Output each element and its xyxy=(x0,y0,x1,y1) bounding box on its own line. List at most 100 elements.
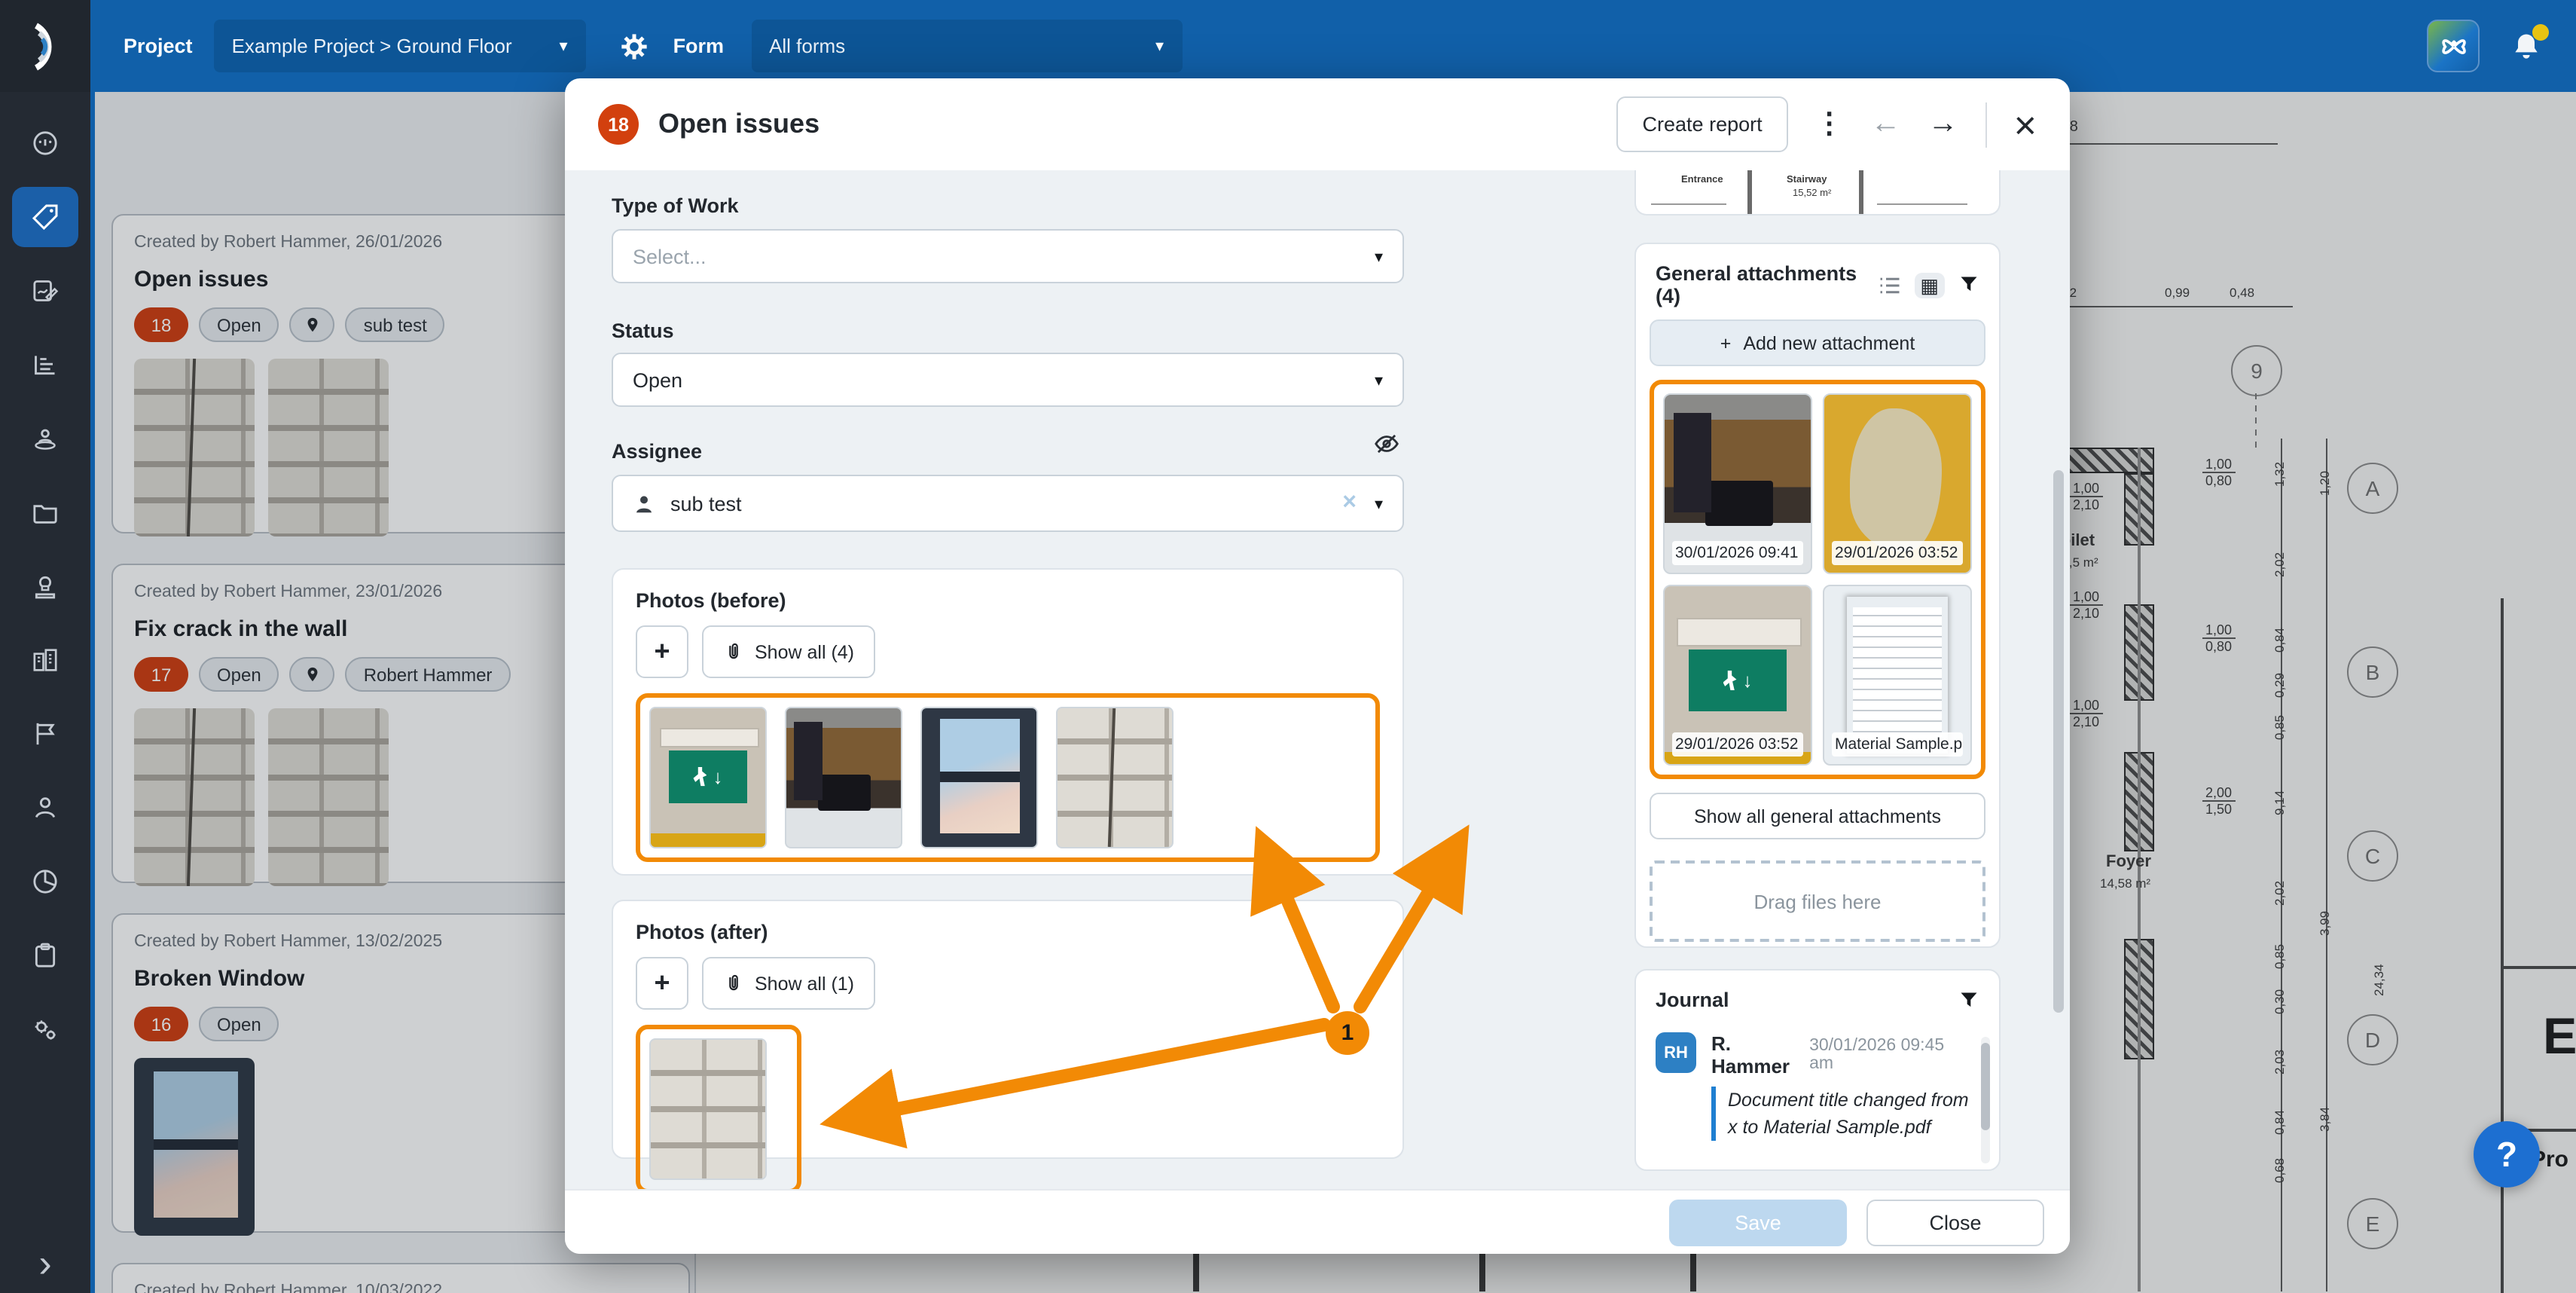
photo-brick-crack[interactable] xyxy=(1056,707,1174,848)
sidebar-item-companies[interactable] xyxy=(12,630,78,690)
notifications-button[interactable] xyxy=(2510,29,2543,63)
paperclip-icon xyxy=(723,640,744,663)
list-view-icon[interactable] xyxy=(1878,275,1900,295)
app-root: Project Example Project > Ground Floor ▾… xyxy=(0,0,2576,1293)
filter-funnel-icon[interactable] xyxy=(1958,989,1979,1010)
stamp-icon xyxy=(30,571,60,601)
attachment-date-label: 29/01/2026 03:52 pm xyxy=(1672,732,1803,757)
chevron-down-icon: ▾ xyxy=(1375,370,1383,390)
clear-selection-icon[interactable]: × xyxy=(1342,490,1357,517)
show-all-photos-button[interactable]: Show all (4) xyxy=(702,625,875,678)
journal-author: R. Hammer xyxy=(1711,1032,1809,1078)
sidebar-item-forms[interactable] xyxy=(12,261,78,321)
save-button[interactable]: Save xyxy=(1669,1200,1847,1246)
form-dropdown-value: All forms xyxy=(769,35,845,57)
show-all-general-attachments-button[interactable]: Show all general attachments xyxy=(1650,793,1985,839)
attachment-photo[interactable]: 30/01/2026 09:41 am xyxy=(1663,393,1812,574)
show-all-photos-button[interactable]: Show all (1) xyxy=(702,957,875,1010)
drag-files-dropzone[interactable]: Drag files here xyxy=(1650,860,1985,942)
sidebar-item-milestones[interactable] xyxy=(12,704,78,764)
attachment-photo[interactable]: 29/01/2026 03:52 pm xyxy=(1823,393,1972,574)
photo-brick[interactable] xyxy=(649,1038,767,1180)
photos-after-highlight-box xyxy=(636,1025,801,1191)
journal-scrollbar[interactable] xyxy=(1981,1037,1990,1163)
pin-person-icon xyxy=(30,423,60,454)
dashboard-icon xyxy=(30,128,60,158)
sidebar-item-contacts[interactable] xyxy=(12,778,78,838)
sidebar-item-locations[interactable] xyxy=(12,408,78,469)
type-of-work-label: Type of Work xyxy=(612,194,739,217)
pie-chart-icon xyxy=(30,867,60,897)
header-divider xyxy=(1985,102,1987,147)
modal-header-actions: Create report ⋮ ← → × xyxy=(1617,96,2037,152)
project-label: Project xyxy=(124,35,193,57)
clipboard-icon xyxy=(30,940,60,971)
sidebar-item-analytics[interactable] xyxy=(12,851,78,912)
form-label: Form xyxy=(673,35,725,57)
journal-entry: RH R. Hammer 30/01/2026 09:45 am Documen… xyxy=(1636,1023,1999,1142)
journal-card: Journal RH R. Hammer 30/01/2026 09:45 am… xyxy=(1634,969,2001,1171)
photos-before-highlight-box: ↓ xyxy=(636,693,1380,862)
modal-body: Type of Work Select... ▾ Status Open ▾ A… xyxy=(565,170,2070,1191)
tag-icon xyxy=(30,202,60,232)
plan-location-card[interactable]: Entrance Stairway 15,52 m² xyxy=(1634,170,2001,216)
app-logo[interactable] xyxy=(0,0,90,92)
modal-scrollbar[interactable] xyxy=(2053,470,2064,1013)
attachment-photo[interactable]: ↓ 29/01/2026 03:52 pm xyxy=(1663,585,1812,766)
grid-view-icon[interactable]: ▦ xyxy=(1914,272,1945,298)
gears-icon xyxy=(30,1014,60,1044)
chevron-down-icon: ▾ xyxy=(1375,246,1383,266)
sidebar-item-tasks[interactable] xyxy=(12,925,78,986)
photo-exit-sign[interactable]: ↓ xyxy=(649,707,767,848)
chevron-down-icon: ▾ xyxy=(539,36,568,56)
mini-plan-entrance-label: Entrance xyxy=(1681,175,1723,185)
photo-broken-window[interactable] xyxy=(920,707,1038,848)
project-dropdown-value: Example Project > Ground Floor xyxy=(232,35,512,57)
attachment-date-label: 29/01/2026 03:52 pm xyxy=(1832,541,1963,565)
app-switcher-button[interactable] xyxy=(2427,20,2480,72)
sidebar-item-dashboard[interactable] xyxy=(12,113,78,173)
add-photo-button[interactable]: + xyxy=(636,625,688,678)
settings-gear-button[interactable] xyxy=(619,31,649,61)
sidebar-expand-button[interactable]: › xyxy=(38,1248,51,1278)
status-select[interactable]: Open ▾ xyxy=(612,353,1404,407)
journal-title: Journal xyxy=(1656,989,1729,1011)
assignee-label: Assignee xyxy=(612,440,702,463)
butterfly-x-icon xyxy=(2438,31,2468,61)
assignee-select[interactable]: sub test × ▾ xyxy=(612,475,1404,532)
add-new-attachment-button[interactable]: + Add new attachment xyxy=(1650,319,1985,366)
project-dropdown[interactable]: Example Project > Ground Floor ▾ xyxy=(214,20,586,72)
mini-plan-area-label: 15,52 m² xyxy=(1793,188,1831,199)
add-photo-button[interactable]: + xyxy=(636,957,688,1010)
notification-dot-badge xyxy=(2532,23,2549,40)
sidebar-item-reports[interactable] xyxy=(12,335,78,395)
close-button[interactable]: Close xyxy=(1866,1200,2044,1246)
left-nav-sidebar: › xyxy=(0,92,95,1293)
attachment-document[interactable]: Material Sample.pdf xyxy=(1823,585,1972,766)
sign-document-icon xyxy=(30,276,60,306)
ticket-id-badge: 18 xyxy=(598,104,639,145)
help-button[interactable]: ? xyxy=(2474,1121,2540,1188)
photos-after-card: Photos (after) + Show all (1) xyxy=(612,900,1404,1159)
hide-field-button[interactable] xyxy=(1372,429,1401,458)
photo-toolbox[interactable] xyxy=(785,707,902,848)
avatar: RH xyxy=(1656,1032,1696,1073)
chart-icon xyxy=(30,350,60,380)
photos-after-title: Photos (after) xyxy=(636,921,1380,943)
create-report-button[interactable]: Create report xyxy=(1617,96,1788,152)
form-dropdown[interactable]: All forms ▾ xyxy=(751,20,1182,72)
buildings-icon xyxy=(30,645,60,675)
sidebar-item-settings[interactable] xyxy=(12,999,78,1059)
sidebar-item-tickets[interactable] xyxy=(12,187,78,247)
next-ticket-button[interactable]: → xyxy=(1928,107,1958,142)
previous-ticket-button[interactable]: ← xyxy=(1871,107,1901,142)
down-arrow-glyph: ↓ xyxy=(713,765,722,787)
topbar-right xyxy=(2427,20,2576,72)
type-of-work-select[interactable]: Select... ▾ xyxy=(612,229,1404,283)
kebab-menu-button[interactable]: ⋮ xyxy=(1815,107,1844,142)
logo-swirl-icon xyxy=(18,19,72,73)
sidebar-item-documents[interactable] xyxy=(12,482,78,543)
close-icon[interactable]: × xyxy=(2014,109,2037,139)
filter-funnel-icon[interactable] xyxy=(1958,274,1979,295)
sidebar-item-approvals[interactable] xyxy=(12,556,78,616)
